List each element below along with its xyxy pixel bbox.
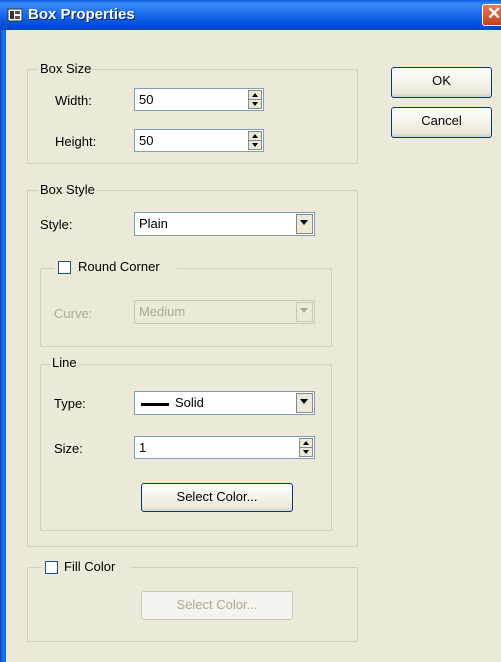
close-button[interactable]: ✕ <box>482 4 501 26</box>
style-label: Style: <box>40 217 73 232</box>
spin-down-icon[interactable] <box>299 447 313 457</box>
round-corner-label[interactable]: Round Corner <box>78 259 160 274</box>
line-size-label: Size: <box>54 441 83 456</box>
fill-color-label[interactable]: Fill Color <box>64 559 115 574</box>
line-legend: Line <box>50 355 79 370</box>
fill-select-color-button: Select Color... <box>141 591 293 620</box>
ok-button-label: OK <box>432 73 451 88</box>
line-size-spin-buttons[interactable] <box>299 438 313 457</box>
height-spin-buttons[interactable] <box>248 131 262 150</box>
height-spinner[interactable]: 50 <box>134 129 264 152</box>
cancel-button[interactable]: Cancel <box>391 107 492 138</box>
width-label: Width: <box>55 93 92 108</box>
line-select-color-label: Select Color... <box>176 489 258 504</box>
width-spinner[interactable]: 50 <box>134 88 264 111</box>
width-spin-buttons[interactable] <box>248 90 262 109</box>
dropdown-arrow-icon <box>296 302 313 322</box>
window-title: Box Properties <box>28 6 135 23</box>
spin-down-icon[interactable] <box>248 99 262 109</box>
line-size-spinner[interactable]: 1 <box>134 436 315 459</box>
fill-select-color-label: Select Color... <box>176 597 258 612</box>
line-select-color-button[interactable]: Select Color... <box>141 483 293 512</box>
dropdown-arrow-icon[interactable] <box>296 393 313 413</box>
close-icon: ✕ <box>487 4 501 23</box>
box-style-legend: Box Style <box>38 182 97 197</box>
curve-label: Curve: <box>54 306 93 321</box>
ok-button[interactable]: OK <box>391 67 492 98</box>
line-type-label: Type: <box>54 396 86 411</box>
app-icon <box>7 8 23 22</box>
dropdown-arrow-icon[interactable] <box>296 214 313 234</box>
box-size-legend: Box Size <box>38 61 94 76</box>
style-dropdown[interactable]: Plain <box>134 212 315 236</box>
width-value: 50 <box>139 92 154 107</box>
line-type-value: Solid <box>175 395 204 410</box>
solid-line-icon <box>141 403 169 406</box>
style-value: Plain <box>139 216 168 231</box>
curve-dropdown: Medium <box>134 300 315 324</box>
window-frame-left <box>0 30 6 662</box>
curve-value: Medium <box>139 304 186 319</box>
title-bar[interactable]: Box Properties ✕ <box>0 0 501 30</box>
spin-down-icon[interactable] <box>248 140 262 150</box>
height-value: 50 <box>139 133 154 148</box>
line-size-value: 1 <box>139 440 147 455</box>
round-corner-checkbox[interactable] <box>58 261 71 274</box>
dialog-window: Box Properties ✕ OK Cancel Box Size Widt… <box>0 0 501 662</box>
fill-color-checkbox[interactable] <box>45 561 58 574</box>
cancel-button-label: Cancel <box>421 113 462 128</box>
line-type-dropdown[interactable]: Solid <box>134 391 315 415</box>
height-label: Height: <box>55 134 97 149</box>
